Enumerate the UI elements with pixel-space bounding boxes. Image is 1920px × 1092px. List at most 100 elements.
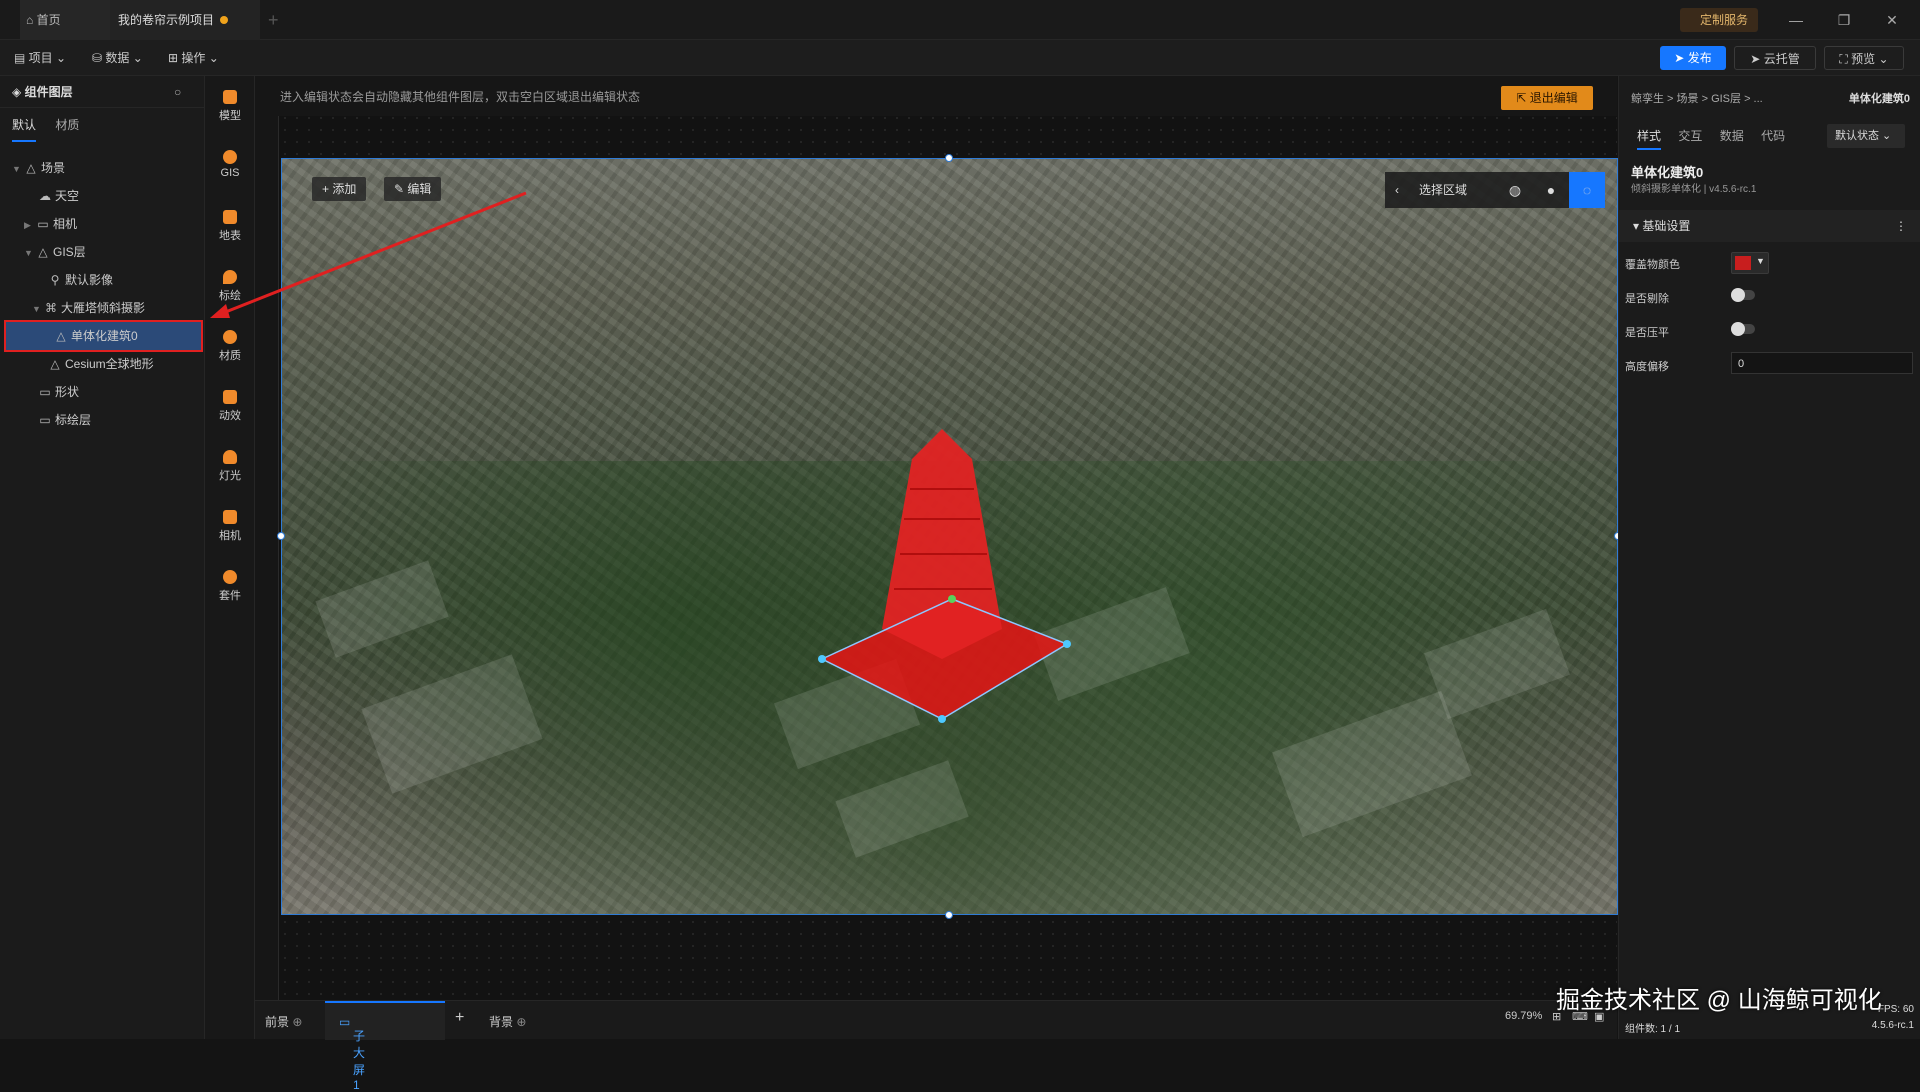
color-row: 覆盖物颜色 ▼ bbox=[1625, 252, 1769, 274]
polygon-vertex[interactable] bbox=[938, 715, 946, 723]
tree-item-oblique-photo[interactable]: ▼ ⌘ 大雁塔倾斜摄影 bbox=[0, 294, 205, 322]
tool-camera[interactable]: 相机 bbox=[205, 510, 255, 543]
component-toolbar: 模型 GIS 地表 标绘 材质 动效 灯光 相机 套件 bbox=[205, 76, 255, 1039]
more-icon[interactable]: ⋮ bbox=[1895, 210, 1907, 242]
tool-light[interactable]: 灯光 bbox=[205, 450, 255, 483]
chevron-left-icon[interactable]: ‹ bbox=[1385, 172, 1409, 208]
tab-home[interactable]: ⌂ 首页 bbox=[20, 0, 110, 40]
tab-data[interactable]: 数据 bbox=[1720, 124, 1744, 148]
globe-tool-icon[interactable]: ◍ bbox=[1497, 172, 1533, 208]
kit-icon bbox=[223, 570, 237, 584]
selected-component-name: 单体化建筑0 bbox=[1848, 93, 1910, 105]
viewport-toolbar: ‹ 选择区域 ◍ ● ◌ bbox=[1385, 172, 1605, 208]
property-tabs: 样式 交互 数据 代码 bbox=[1637, 124, 1799, 150]
height-offset-row: 高度偏移 0 bbox=[1625, 352, 1913, 374]
state-select[interactable]: 默认状态 ⌄ bbox=[1827, 124, 1905, 148]
imagery-icon: ⚲ bbox=[50, 273, 60, 287]
layer-tree: ▼ △ 场景 ☁ 天空 ▶ ▭ 相机 ▼ △ GIS层 ⚲ 默认影像 ▼ ⌘ 大雁塔倾斜摄影 △ 单体… bbox=[0, 154, 205, 434]
fps-readout: FPS: 60 bbox=[1877, 1004, 1914, 1015]
scene-icon: △ bbox=[26, 161, 36, 175]
add-circle-icon[interactable]: ⊕ bbox=[516, 1015, 526, 1029]
menu-operate[interactable]: ⊞ 操作 ⌄ bbox=[168, 48, 219, 68]
tool-material[interactable]: 材质 bbox=[205, 330, 255, 363]
minimize-icon[interactable]: — bbox=[1776, 0, 1816, 40]
color-swatch bbox=[1735, 256, 1751, 270]
breadcrumb[interactable]: 鲸孪生 > 场景 > GIS层 > ... bbox=[1631, 90, 1763, 106]
restore-icon[interactable]: ❐ bbox=[1824, 0, 1864, 40]
material-icon bbox=[223, 330, 237, 344]
height-offset-input[interactable]: 0 bbox=[1731, 352, 1913, 374]
tree-item-mono-building[interactable]: △ 单体化建筑0 bbox=[4, 320, 203, 352]
tab-material[interactable]: 材质 bbox=[55, 108, 79, 142]
add-tab-icon[interactable]: + bbox=[268, 0, 292, 40]
sub-screen-tab[interactable]: ▭ 子大屏1 bbox=[325, 1001, 445, 1092]
tool-model[interactable]: 模型 bbox=[205, 90, 255, 123]
menu-data[interactable]: ⛁ 数据 ⌄ bbox=[92, 48, 143, 68]
tool-kit[interactable]: 套件 bbox=[205, 570, 255, 603]
layers-tabs: 默认 材质 bbox=[0, 108, 204, 142]
cloud-host-button[interactable]: ➤ 云托管 bbox=[1734, 46, 1816, 70]
add-button[interactable]: + 添加 bbox=[312, 177, 367, 201]
version-label: 4.5.6-rc.1 bbox=[1871, 1020, 1914, 1031]
tree-item-cesium-terrain[interactable]: △ Cesium全球地形 bbox=[0, 350, 205, 378]
publish-button[interactable]: ➤ 发布 bbox=[1660, 46, 1726, 70]
rotate-tool-icon[interactable]: ◌ bbox=[1569, 172, 1605, 208]
search-icon[interactable]: ○ bbox=[174, 76, 181, 108]
flatten-toggle[interactable] bbox=[1731, 322, 1755, 336]
background-tab[interactable]: 背景 ⊕ bbox=[489, 1013, 526, 1030]
tool-surface[interactable]: 地表 bbox=[205, 210, 255, 243]
tool-plot[interactable]: 标绘 bbox=[205, 270, 255, 303]
resize-handle-top[interactable] bbox=[945, 154, 953, 162]
tab-project[interactable]: 我的卷帘示例项目 bbox=[110, 0, 260, 40]
polygon-vertex[interactable] bbox=[818, 655, 826, 663]
close-icon[interactable]: ✕ bbox=[1872, 0, 1912, 40]
tree-item-plot-layer[interactable]: ▭ 标绘层 bbox=[0, 406, 205, 434]
terrain-icon: △ bbox=[50, 357, 60, 371]
screen-tabs-bar: 前景 ⊕ ▭ 子大屏1 + 背景 ⊕ bbox=[255, 1000, 1617, 1092]
polygon-vertex[interactable] bbox=[948, 595, 956, 603]
tree-item-shapes[interactable]: ▭ 形状 bbox=[0, 378, 205, 406]
exclude-toggle[interactable] bbox=[1731, 288, 1755, 302]
color-picker[interactable]: ▼ bbox=[1731, 252, 1769, 274]
add-circle-icon[interactable]: ⊕ bbox=[292, 1015, 302, 1029]
tool-effect[interactable]: 动效 bbox=[205, 390, 255, 423]
camera-icon bbox=[223, 510, 237, 524]
folder-icon: ▭ bbox=[39, 385, 51, 399]
tool-gis[interactable]: GIS bbox=[205, 150, 255, 179]
unsaved-dot-icon bbox=[220, 16, 229, 24]
sky-icon: ☁ bbox=[39, 189, 51, 203]
tab-interact[interactable]: 交互 bbox=[1678, 124, 1702, 148]
basic-settings-header[interactable]: ▾ 基础设置 ⋮ bbox=[1619, 210, 1920, 242]
tab-default[interactable]: 默认 bbox=[12, 110, 37, 142]
menu-project[interactable]: ▤ 项目 ⌄ bbox=[14, 48, 66, 68]
pagoda-illustration bbox=[315, 429, 1571, 858]
tab-style[interactable]: 样式 bbox=[1637, 124, 1662, 150]
tree-item-default-imagery[interactable]: ⚲ 默认影像 bbox=[0, 266, 205, 294]
surface-icon bbox=[223, 210, 237, 224]
add-screen-icon[interactable]: + bbox=[455, 1009, 464, 1027]
tab-code[interactable]: 代码 bbox=[1761, 124, 1785, 148]
resize-handle-bottom[interactable] bbox=[945, 911, 953, 919]
polygon-vertex[interactable] bbox=[1063, 640, 1071, 648]
component-subtitle: 倾斜摄影单体化 | v4.5.6-rc.1 bbox=[1631, 184, 1757, 195]
exclude-row: 是否剔除 bbox=[1625, 288, 1755, 306]
edit-button[interactable]: ✎ 编辑 bbox=[384, 177, 442, 201]
left-ruler bbox=[255, 116, 279, 1000]
zoom-level[interactable]: 69.79% bbox=[1505, 1010, 1542, 1022]
marker-icon bbox=[223, 270, 237, 284]
exit-edit-button[interactable]: ⇱ 退出编辑 bbox=[1501, 86, 1593, 110]
title-bar: ⌂ 首页 我的卷帘示例项目 + 定制服务 — ❐ ✕ bbox=[0, 0, 1920, 40]
tree-item-gis-layer[interactable]: ▼ △ GIS层 bbox=[0, 238, 205, 266]
resize-handle-left[interactable] bbox=[277, 532, 285, 540]
tree-item-scene[interactable]: ▼ △ 场景 bbox=[0, 154, 205, 182]
tree-item-camera[interactable]: ▶ ▭ 相机 bbox=[0, 210, 205, 238]
folder-icon: ▭ bbox=[39, 413, 51, 427]
preview-button[interactable]: ⛶ 预览 ⌄ bbox=[1824, 46, 1904, 70]
select-area-button[interactable]: 选择区域 bbox=[1419, 172, 1467, 208]
circle-tool-icon[interactable]: ● bbox=[1533, 172, 1569, 208]
component-count: 组件数: 1 / 1 bbox=[1625, 1024, 1681, 1035]
custom-service-button[interactable]: 定制服务 bbox=[1680, 8, 1759, 32]
foreground-tab[interactable]: 前景 ⊕ bbox=[265, 1013, 302, 1030]
tree-item-sky[interactable]: ☁ 天空 bbox=[0, 182, 205, 210]
scene-viewport[interactable]: + 添加 ✎ 编辑 bbox=[281, 158, 1618, 915]
